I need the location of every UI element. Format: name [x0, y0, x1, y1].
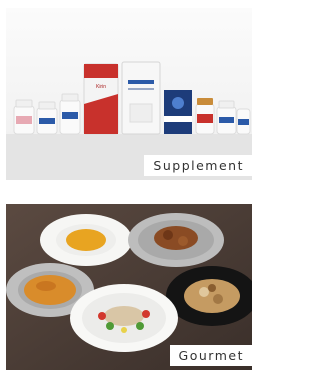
- soup-dish: [40, 214, 132, 266]
- blue-box: [164, 90, 192, 134]
- bottle-3: [59, 93, 81, 135]
- bottle-4: [195, 98, 215, 135]
- bottle-5: [216, 100, 237, 135]
- white-pouch: [121, 61, 161, 135]
- bottle-6: [236, 108, 251, 135]
- pouch-brand-text: Kirin: [96, 84, 106, 90]
- bottle-2: [36, 101, 58, 135]
- supplement-caption: Supplement: [144, 155, 252, 176]
- supplement-category-tile[interactable]: Kirin Supplement: [6, 8, 252, 180]
- gourmet-caption: Gourmet: [169, 345, 252, 366]
- meat-dish: [128, 213, 224, 267]
- gourmet-category-tile[interactable]: Gourmet: [6, 204, 252, 370]
- bottle-1: [13, 99, 35, 135]
- fish-salad-dish: [70, 284, 178, 352]
- red-pouch: Kirin: [83, 63, 119, 135]
